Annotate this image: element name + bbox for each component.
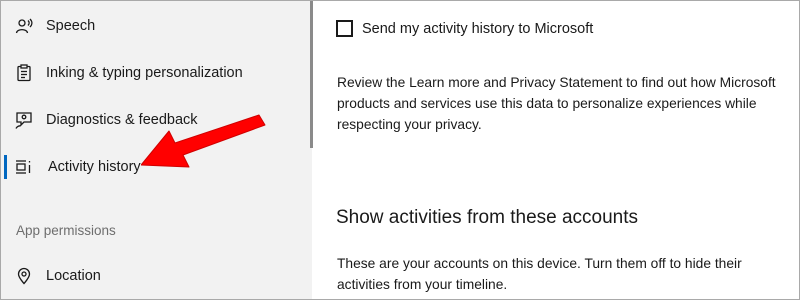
sidebar-item-activity-history[interactable]: Activity history — [1, 147, 312, 187]
active-indicator — [4, 155, 7, 179]
sidebar-item-label: Speech — [46, 18, 96, 34]
privacy-description: Review the Learn more and Privacy Statem… — [337, 72, 797, 135]
main-content: Send my activity history to Microsoft Re… — [313, 1, 799, 299]
feedback-person-icon — [15, 111, 33, 129]
activity-history-icon — [15, 158, 33, 176]
sidebar-item-inking-typing[interactable]: Inking & typing personalization — [1, 53, 312, 93]
sidebar-item-speech[interactable]: Speech — [1, 6, 312, 46]
sidebar-item-label: Location — [46, 268, 101, 284]
sidebar: Speech Inking & typing personalization D… — [1, 1, 313, 299]
section-header-app-permissions: App permissions — [16, 223, 116, 238]
sidebar-item-label: Inking & typing personalization — [46, 65, 243, 81]
description-line: products and services use this data to p… — [337, 96, 757, 111]
send-activity-history-checkbox-row[interactable]: Send my activity history to Microsoft — [336, 20, 593, 37]
speech-icon — [15, 17, 33, 35]
sidebar-item-location[interactable]: Location — [1, 256, 312, 296]
accounts-section-title: Show activities from these accounts — [336, 207, 639, 228]
sidebar-item-label: Activity history — [48, 159, 141, 175]
description-line: Review the Learn more and Privacy Statem… — [337, 75, 776, 90]
description-line: respecting your privacy. — [337, 117, 482, 132]
location-pin-icon — [15, 267, 33, 285]
settings-window: Speech Inking & typing personalization D… — [0, 0, 800, 300]
accounts-description: These are your accounts on this device. … — [337, 253, 797, 295]
description-line: These are your accounts on this device. … — [337, 256, 742, 271]
clipboard-icon — [15, 64, 33, 82]
sidebar-item-label: Diagnostics & feedback — [46, 112, 198, 128]
description-line: activities from your timeline. — [337, 277, 508, 292]
sidebar-item-diagnostics-feedback[interactable]: Diagnostics & feedback — [1, 100, 312, 140]
send-activity-history-label: Send my activity history to Microsoft — [362, 20, 594, 37]
send-activity-history-checkbox[interactable] — [336, 20, 353, 37]
